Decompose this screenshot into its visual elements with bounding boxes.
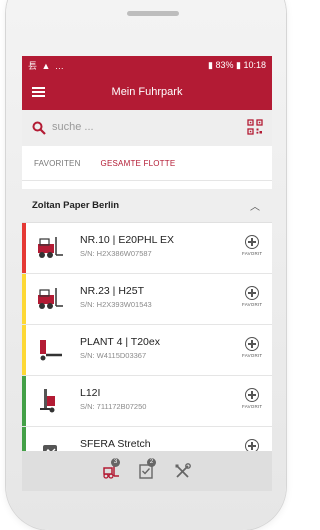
app-screen: ⻒ ▲ … ▮ 83% ▮ 10:18 Mein Fuhrpark suche … — [22, 56, 272, 491]
status-stripe — [22, 223, 26, 273]
favorite-button[interactable]: FAVORIT — [242, 235, 262, 256]
bottom-navigation: 3 2 — [22, 451, 272, 491]
vehicle-info: NR.10 | E20PHL EX S/N: H2X386W07587 — [80, 234, 174, 258]
forklift-alert-icon[interactable]: 3 — [102, 458, 120, 480]
vehicle-name: SFERA Stretch — [80, 438, 151, 450]
favorite-label: FAVORIT — [242, 404, 263, 409]
favorite-label: FAVORIT — [242, 353, 263, 358]
vehicle-serial: S/N: H2X393W01543 — [80, 300, 152, 309]
add-favorite-icon — [245, 388, 259, 402]
status-stripe — [22, 376, 26, 426]
status-notifications: ⻒ ▲ … — [28, 60, 65, 71]
search-input[interactable]: suche ... — [52, 121, 94, 133]
favorite-label: FAVORIT — [242, 251, 263, 256]
alert-count-badge: 3 — [111, 458, 120, 467]
tab-gesamte-flotte[interactable]: GESAMTE FLOTTE — [101, 159, 176, 168]
vehicle-name: PLANT 4 | T20ex — [80, 336, 160, 348]
vehicle-serial: S/N: 711172B07250 — [80, 402, 147, 411]
vehicle-row[interactable]: PLANT 4 | T20ex S/N: W4115D03367 FAVORIT — [22, 325, 272, 376]
tab-favoriten[interactable]: FAVORITEN — [34, 159, 81, 168]
vehicle-serial: S/N: W4115D03367 — [80, 351, 147, 360]
add-favorite-icon — [245, 337, 259, 351]
vehicle-name: L12I — [80, 387, 101, 399]
vehicle-thumbnail — [36, 235, 64, 261]
app-bar: Mein Fuhrpark — [22, 74, 272, 110]
favorite-button[interactable]: FAVORIT — [242, 337, 262, 358]
add-favorite-icon — [245, 235, 259, 249]
search-bar: suche ... — [22, 110, 272, 146]
vehicle-row[interactable]: L12I S/N: 711172B07250 FAVORIT — [22, 376, 272, 427]
vehicle-info: L12I S/N: 711172B07250 — [80, 387, 146, 411]
vehicle-thumbnail — [36, 286, 64, 312]
location-group-title: Zoltan Paper Berlin — [32, 200, 120, 211]
status-stripe — [22, 274, 26, 324]
vehicle-name: NR.10 | E20PHL EX — [80, 234, 174, 246]
fleet-tabs: FAVORITEN GESAMTE FLOTTE — [22, 146, 272, 181]
vehicle-thumbnail — [36, 388, 64, 414]
add-favorite-icon — [245, 286, 259, 300]
checklist-icon[interactable]: 2 — [138, 458, 156, 480]
vehicle-name: NR.23 | H25T — [80, 285, 144, 297]
page-title: Mein Fuhrpark — [111, 86, 183, 98]
vehicle-row[interactable]: NR.23 | H25T S/N: H2X393W01543 FAVORIT — [22, 274, 272, 325]
vehicle-list: NR.10 | E20PHL EX S/N: H2X386W07587 FAVORI… — [22, 223, 272, 478]
search-icon[interactable] — [32, 121, 46, 135]
status-stripe — [22, 325, 26, 375]
phone-speaker — [127, 11, 179, 16]
chevron-up-icon[interactable]: ︿ — [250, 198, 260, 213]
clock: 10:18 — [243, 59, 266, 70]
tools-icon[interactable] — [174, 462, 192, 480]
hamburger-menu-icon[interactable] — [32, 87, 45, 97]
vehicle-serial: S/N: H2X386W07587 — [80, 249, 152, 258]
qr-code-scan-icon[interactable] — [247, 119, 263, 135]
status-right: ▮ 83% ▮ 10:18 — [208, 60, 266, 71]
battery-level: 83% — [215, 59, 234, 70]
vehicle-info: PLANT 4 | T20ex S/N: W4115D03367 — [80, 336, 160, 360]
location-group-header[interactable]: Zoltan Paper Berlin ︿ — [22, 189, 272, 223]
checklist-count-badge: 2 — [147, 458, 156, 467]
favorite-label: FAVORIT — [242, 302, 263, 307]
status-bar: ⻒ ▲ … ▮ 83% ▮ 10:18 — [22, 56, 272, 74]
vehicle-row[interactable]: NR.10 | E20PHL EX S/N: H2X386W07587 FAVORI… — [22, 223, 272, 274]
vehicle-info: NR.23 | H25T S/N: H2X393W01543 — [80, 285, 152, 309]
vehicle-thumbnail — [36, 337, 64, 363]
favorite-button[interactable]: FAVORIT — [242, 286, 262, 307]
favorite-button[interactable]: FAVORIT — [242, 388, 262, 409]
